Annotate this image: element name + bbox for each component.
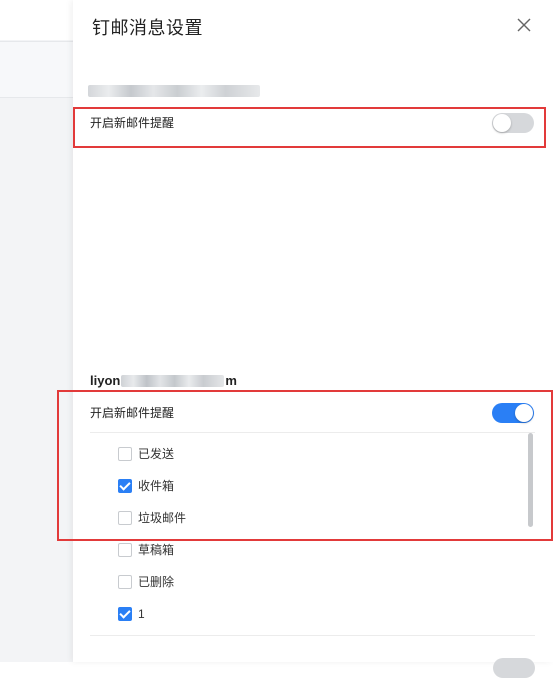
account-address xyxy=(88,82,260,98)
folder-item[interactable]: 1 xyxy=(118,603,498,635)
new-mail-alert-label: 开启新邮件提醒 xyxy=(90,116,175,130)
folder-checkbox[interactable] xyxy=(118,607,132,621)
folder-checkbox[interactable] xyxy=(118,511,132,525)
account-address-suffix: m xyxy=(225,373,237,389)
divider xyxy=(90,432,535,433)
folder-label: 垃圾邮件 xyxy=(138,511,187,525)
redacted-email xyxy=(121,374,225,387)
folder-label: 收件箱 xyxy=(138,479,175,493)
new-mail-alert-toggle[interactable] xyxy=(492,403,534,423)
folder-item[interactable]: 收件箱 xyxy=(118,475,498,507)
redacted-email xyxy=(88,84,260,97)
background-page xyxy=(0,0,73,662)
new-mail-alert-toggle[interactable] xyxy=(492,113,534,133)
folder-label: 已删除 xyxy=(138,575,175,589)
folder-item[interactable]: 已删除 xyxy=(118,571,498,603)
folder-checkbox[interactable] xyxy=(118,543,132,557)
folder-list-scrollbar[interactable] xyxy=(528,433,533,527)
panel-title: 钉邮消息设置 xyxy=(92,18,203,38)
folder-label: 草稿箱 xyxy=(138,543,175,557)
toggle-knob xyxy=(493,114,511,132)
background-band xyxy=(0,41,73,98)
folder-checkbox[interactable] xyxy=(118,575,132,589)
close-icon[interactable] xyxy=(513,14,535,36)
folder-list: 已发送 收件箱 垃圾邮件 草稿箱 已删除 1 xyxy=(118,443,498,635)
folder-item[interactable]: 已发送 xyxy=(118,443,498,475)
new-mail-alert-row: 开启新邮件提醒 xyxy=(90,403,534,423)
divider xyxy=(90,635,535,636)
folder-item[interactable]: 草稿箱 xyxy=(118,539,498,571)
account-address-prefix: liyon xyxy=(90,373,121,389)
partial-toggle[interactable] xyxy=(493,658,535,678)
background-band xyxy=(0,0,73,40)
account-address: liyon m xyxy=(90,372,237,388)
folder-checkbox[interactable] xyxy=(118,447,132,461)
new-mail-alert-row: 开启新邮件提醒 xyxy=(90,113,534,133)
folder-item[interactable]: 垃圾邮件 xyxy=(118,507,498,539)
new-mail-alert-label: 开启新邮件提醒 xyxy=(90,406,175,420)
folder-label: 1 xyxy=(138,607,145,621)
folder-checkbox[interactable] xyxy=(118,479,132,493)
settings-panel: 钉邮消息设置 开启新邮件提醒 liyon m 开启新邮件提醒 已发送 收件箱 垃… xyxy=(73,0,553,678)
toggle-knob xyxy=(515,404,533,422)
folder-label: 已发送 xyxy=(138,447,175,461)
close-icon-glyph xyxy=(517,18,531,32)
